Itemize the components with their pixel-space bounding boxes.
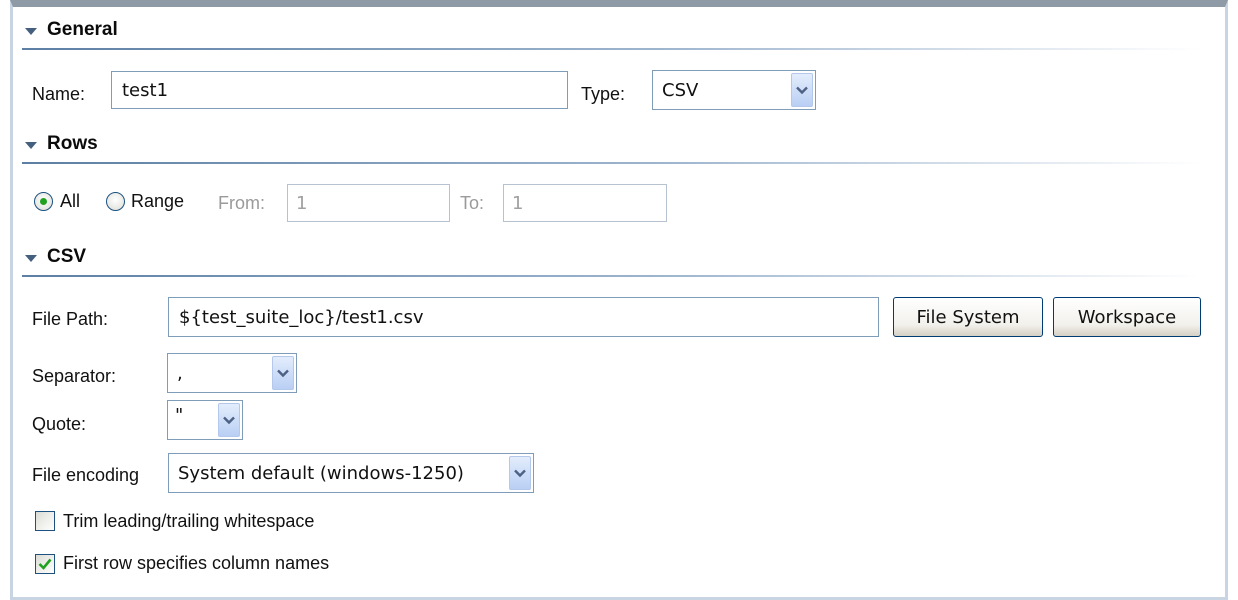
expand-arrow-icon xyxy=(25,254,37,262)
file-path-input[interactable]: ${test_suite_loc}/test1.csv xyxy=(168,297,879,337)
expand-arrow-icon xyxy=(25,141,37,149)
separator-select-value: , xyxy=(177,362,183,384)
quote-select[interactable]: " xyxy=(167,400,243,440)
file-encoding-select[interactable]: System default (windows-1250) xyxy=(168,453,534,493)
trim-whitespace-label[interactable]: Trim leading/trailing whitespace xyxy=(63,511,314,532)
chevron-down-icon[interactable] xyxy=(509,456,531,490)
radio-all[interactable] xyxy=(34,192,53,211)
radio-range-label[interactable]: Range xyxy=(131,191,184,212)
name-label: Name: xyxy=(32,84,86,104)
section-general-rule xyxy=(22,48,1200,50)
first-row-column-names-label[interactable]: First row specifies column names xyxy=(63,553,329,574)
type-label: Type: xyxy=(581,84,626,104)
separator-select[interactable]: , xyxy=(167,353,297,393)
section-csv-header[interactable]: CSV xyxy=(25,242,86,272)
chevron-down-icon[interactable] xyxy=(272,356,294,390)
radio-all-label[interactable]: All xyxy=(60,191,80,212)
file-path-label: File Path: xyxy=(32,309,109,329)
section-rows-title: Rows xyxy=(47,133,98,154)
check-mark-icon xyxy=(38,558,52,570)
section-csv-title: CSV xyxy=(47,246,87,267)
quote-select-value: " xyxy=(175,405,184,426)
from-input[interactable]: 1 xyxy=(287,184,450,222)
first-row-column-names-checkbox[interactable] xyxy=(35,554,55,574)
to-label: To: xyxy=(460,193,485,213)
chevron-down-icon[interactable] xyxy=(791,73,813,107)
radio-range[interactable] xyxy=(106,192,125,211)
radio-selected-dot xyxy=(40,198,47,205)
type-select[interactable]: CSV xyxy=(652,70,816,110)
file-encoding-select-value: System default (windows-1250) xyxy=(178,462,464,484)
section-rows-rule xyxy=(22,162,1200,164)
section-csv-rule xyxy=(22,275,1200,277)
separator-label: Separator: xyxy=(32,366,117,386)
from-label: From: xyxy=(218,193,265,213)
name-input[interactable]: test1 xyxy=(111,71,568,109)
file-system-button[interactable]: File System xyxy=(893,297,1043,337)
to-input[interactable]: 1 xyxy=(503,184,667,222)
section-general-title: General xyxy=(47,19,118,40)
expand-arrow-icon xyxy=(25,27,37,35)
quote-label: Quote: xyxy=(32,414,87,434)
section-rows-header[interactable]: Rows xyxy=(25,129,98,159)
workspace-button[interactable]: Workspace xyxy=(1053,297,1201,337)
type-select-value: CSV xyxy=(662,79,699,101)
file-encoding-label: File encoding xyxy=(32,465,140,485)
trim-whitespace-checkbox[interactable] xyxy=(35,511,55,531)
chevron-down-icon[interactable] xyxy=(218,403,240,437)
section-general-header[interactable]: General xyxy=(25,15,118,45)
